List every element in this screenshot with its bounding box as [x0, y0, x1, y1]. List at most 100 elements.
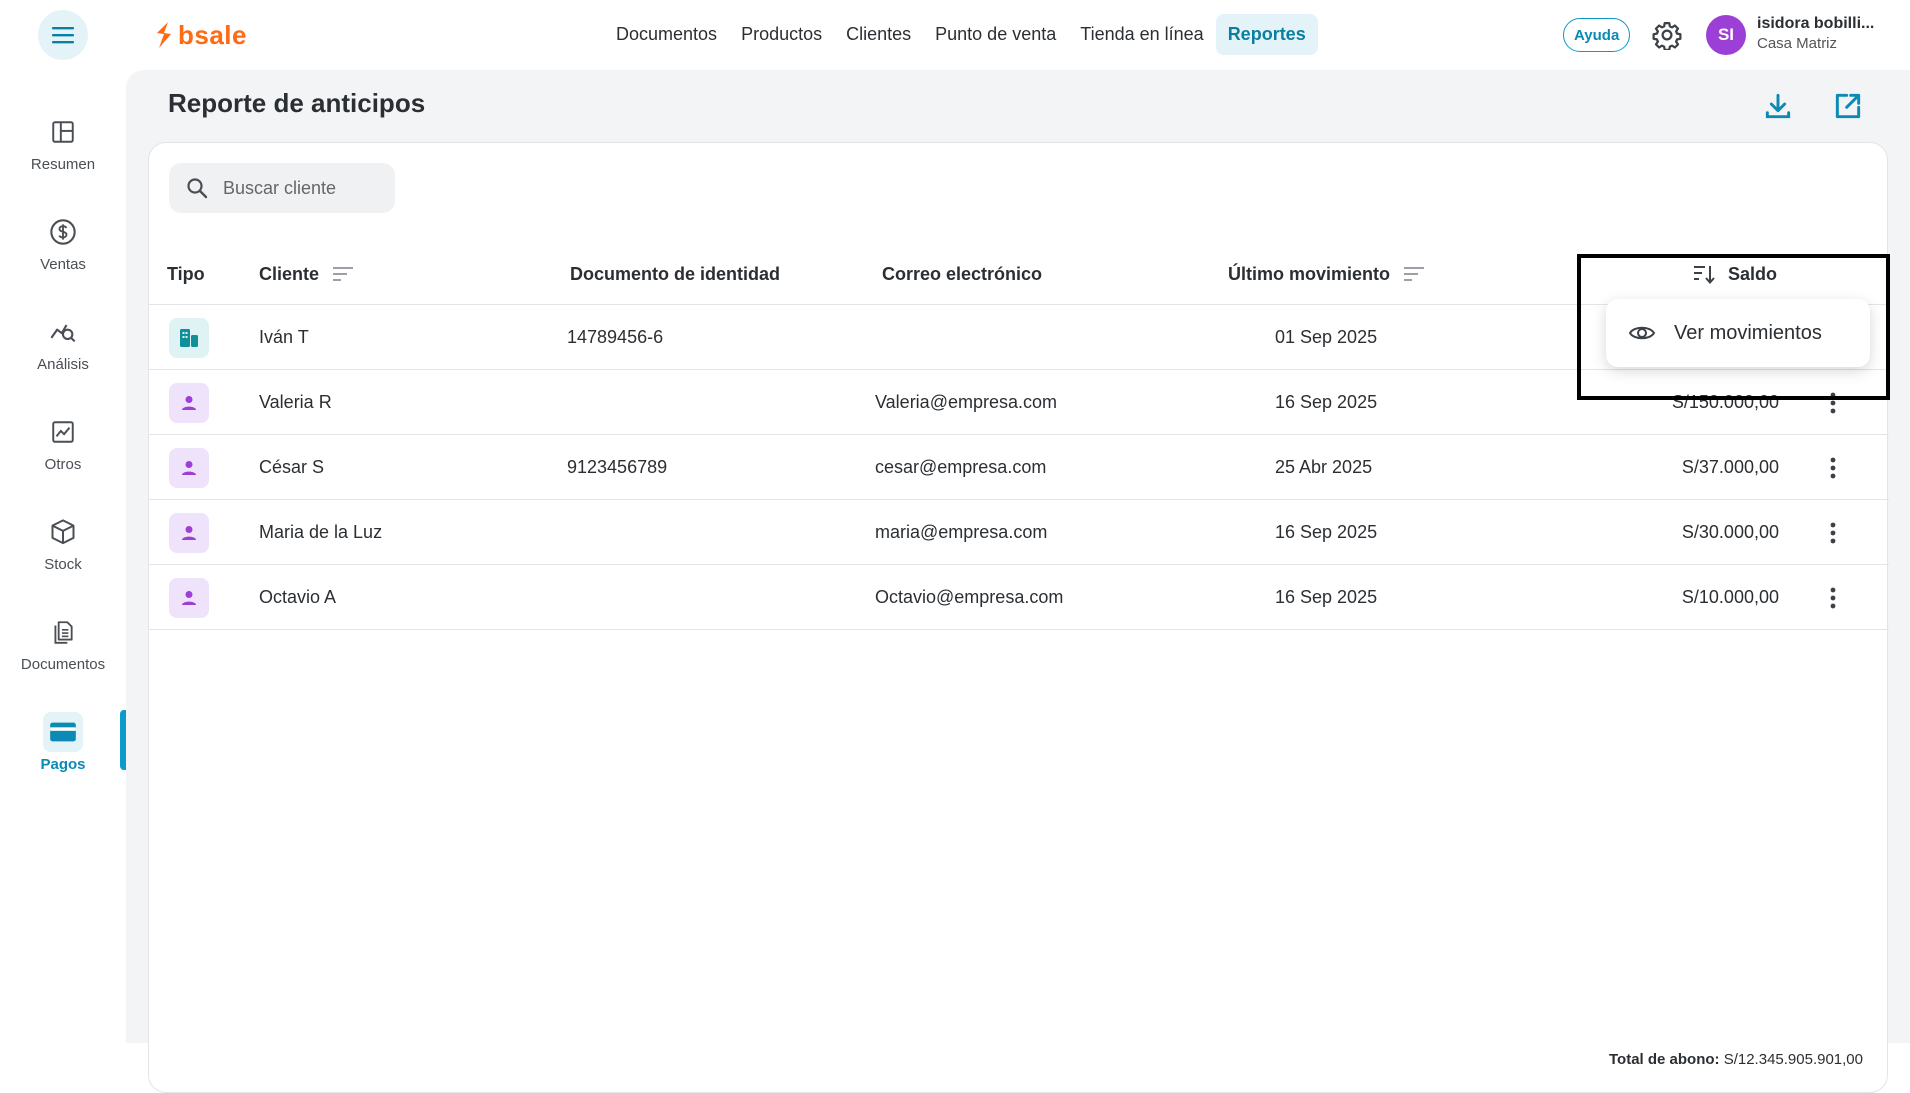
- sidebar-item-ventas[interactable]: Ventas: [0, 212, 126, 294]
- ver-movimientos-label: Ver movimientos: [1674, 321, 1822, 344]
- cell-ultimo: 16 Sep 2025: [1275, 587, 1378, 607]
- table-row[interactable]: Octavio A Octavio@empresa.com 16 Sep 202…: [149, 565, 1889, 630]
- documents-icon: [54, 621, 73, 644]
- side-icon-wrap: [43, 712, 83, 752]
- analytics-icon: [50, 324, 76, 343]
- logo-text: bsale: [178, 19, 247, 50]
- side-icon-wrap: [43, 612, 83, 652]
- person-badge: [169, 513, 209, 553]
- sidebar-label: Ventas: [40, 256, 86, 273]
- cell-cliente: Octavio A: [259, 587, 337, 607]
- row-menu-button[interactable]: [1817, 451, 1849, 485]
- total-value: S/12.345.905.901,00: [1723, 1051, 1863, 1068]
- more-vertical-icon: [1830, 522, 1836, 544]
- total-abono: Total de abono: S/12.345.905.901,00: [1609, 1051, 1863, 1068]
- side-icon-wrap: [43, 312, 83, 352]
- cell-cliente: Valeria R: [259, 392, 332, 412]
- more-vertical-icon: [1830, 457, 1836, 479]
- topnav-tienda-en-linea[interactable]: Tienda en línea: [1068, 14, 1215, 55]
- cell-documento: 9123456789: [567, 457, 668, 477]
- dollar-icon: [50, 219, 76, 245]
- col-cliente-label: Cliente: [259, 263, 320, 284]
- hamburger-icon: [52, 27, 74, 44]
- sidebar-label: Análisis: [37, 356, 89, 373]
- col-ultimo-label: Último movimiento: [1228, 263, 1391, 284]
- box-icon: [51, 519, 75, 545]
- cell-saldo: S/37.000,00: [1681, 457, 1779, 477]
- search-input[interactable]: [223, 177, 383, 199]
- topnav-documentos[interactable]: Documentos: [604, 14, 729, 55]
- bsale-bolt-icon: [157, 22, 171, 48]
- page-title: Reporte de anticipos: [168, 88, 426, 118]
- sidebar-item-documentos[interactable]: Documentos: [0, 612, 126, 694]
- user-branch: Casa Matriz: [1757, 35, 1838, 52]
- cell-cliente: Iván T: [259, 327, 309, 347]
- avatar[interactable]: SI: [1706, 15, 1746, 55]
- search-box[interactable]: [169, 163, 395, 213]
- topnav-reportes[interactable]: Reportes: [1215, 14, 1318, 55]
- row-menu-button[interactable]: [1817, 516, 1849, 550]
- col-correo: Correo electrónico: [882, 263, 1043, 284]
- topnav-clientes[interactable]: Clientes: [834, 14, 923, 55]
- sidebar-label: Pagos: [40, 756, 86, 773]
- table-row[interactable]: César S 9123456789 cesar@empresa.com 25 …: [149, 435, 1889, 500]
- sidebar-label: Stock: [44, 556, 82, 573]
- layout-icon: [52, 121, 74, 143]
- help-button[interactable]: Ayuda: [1563, 18, 1631, 52]
- col-tipo: Tipo: [167, 263, 205, 284]
- col-ultimo-movimiento[interactable]: Último movimiento: [1228, 243, 1426, 305]
- chart-icon: [52, 421, 74, 443]
- cell-correo: Octavio@empresa.com: [875, 587, 1064, 607]
- sidebar: Resumen Ventas Análisis Otros Stock Docu…: [0, 70, 126, 1043]
- cell-correo: Valeria@empresa.com: [875, 392, 1058, 412]
- person-icon: [182, 526, 196, 540]
- sidebar-item-pagos[interactable]: Pagos: [0, 712, 126, 794]
- gear-icon[interactable]: [1652, 20, 1682, 50]
- cell-correo: maria@empresa.com: [875, 522, 1048, 542]
- more-vertical-icon: [1830, 587, 1836, 609]
- topnav-productos[interactable]: Productos: [729, 14, 834, 55]
- person-icon: [182, 396, 196, 410]
- card-icon: [50, 722, 76, 742]
- sort-icon[interactable]: [331, 264, 355, 284]
- cell-saldo: S/10.000,00: [1681, 587, 1779, 607]
- person-badge: [169, 578, 209, 618]
- top-bar: bsale Documentos Productos Clientes Punt…: [0, 0, 1910, 70]
- search-icon: [187, 178, 208, 199]
- col-cliente[interactable]: Cliente: [259, 243, 355, 305]
- person-icon: [182, 461, 196, 475]
- cell-documento: 14789456-6: [567, 327, 664, 347]
- building-icon: [180, 329, 198, 347]
- topnav-punto-de-venta[interactable]: Punto de venta: [923, 14, 1068, 55]
- side-icon-wrap: [43, 412, 83, 452]
- download-icon[interactable]: [1762, 90, 1794, 122]
- eye-icon: [1628, 326, 1656, 340]
- main-content: Reporte de anticipos Tipo Cliente: [126, 70, 1910, 1093]
- sidebar-item-resumen[interactable]: Resumen: [0, 112, 126, 194]
- cell-cliente: César S: [259, 457, 325, 477]
- ver-movimientos-menu-item[interactable]: Ver movimientos: [1606, 299, 1870, 367]
- brand-logo[interactable]: bsale: [154, 17, 247, 53]
- cell-cliente: Maria de la Luz: [259, 522, 383, 542]
- open-external-icon[interactable]: [1832, 90, 1864, 122]
- side-icon-wrap: [43, 112, 83, 152]
- cell-ultimo: 16 Sep 2025: [1275, 392, 1378, 412]
- person-badge: [169, 383, 209, 423]
- cell-ultimo: 01 Sep 2025: [1275, 327, 1378, 347]
- sidebar-item-analisis[interactable]: Análisis: [0, 312, 126, 394]
- cell-ultimo: 25 Abr 2025: [1275, 457, 1373, 477]
- sidebar-label: Documentos: [20, 656, 106, 673]
- sort-icon[interactable]: [1402, 264, 1426, 284]
- table-row[interactable]: Maria de la Luz maria@empresa.com 16 Sep…: [149, 500, 1889, 565]
- side-icon-wrap: [43, 212, 83, 252]
- person-badge: [169, 448, 209, 488]
- sidebar-item-otros[interactable]: Otros: [0, 412, 126, 494]
- sidebar-label: Otros: [44, 456, 82, 473]
- user-info[interactable]: isidora bobilli... Casa Matriz: [1757, 15, 1897, 52]
- cell-saldo: S/30.000,00: [1681, 522, 1779, 542]
- cell-ultimo: 16 Sep 2025: [1275, 522, 1378, 542]
- menu-button[interactable]: [38, 10, 88, 60]
- cell-correo: cesar@empresa.com: [875, 457, 1047, 477]
- row-menu-button[interactable]: [1817, 581, 1849, 615]
- sidebar-item-stock[interactable]: Stock: [0, 512, 126, 594]
